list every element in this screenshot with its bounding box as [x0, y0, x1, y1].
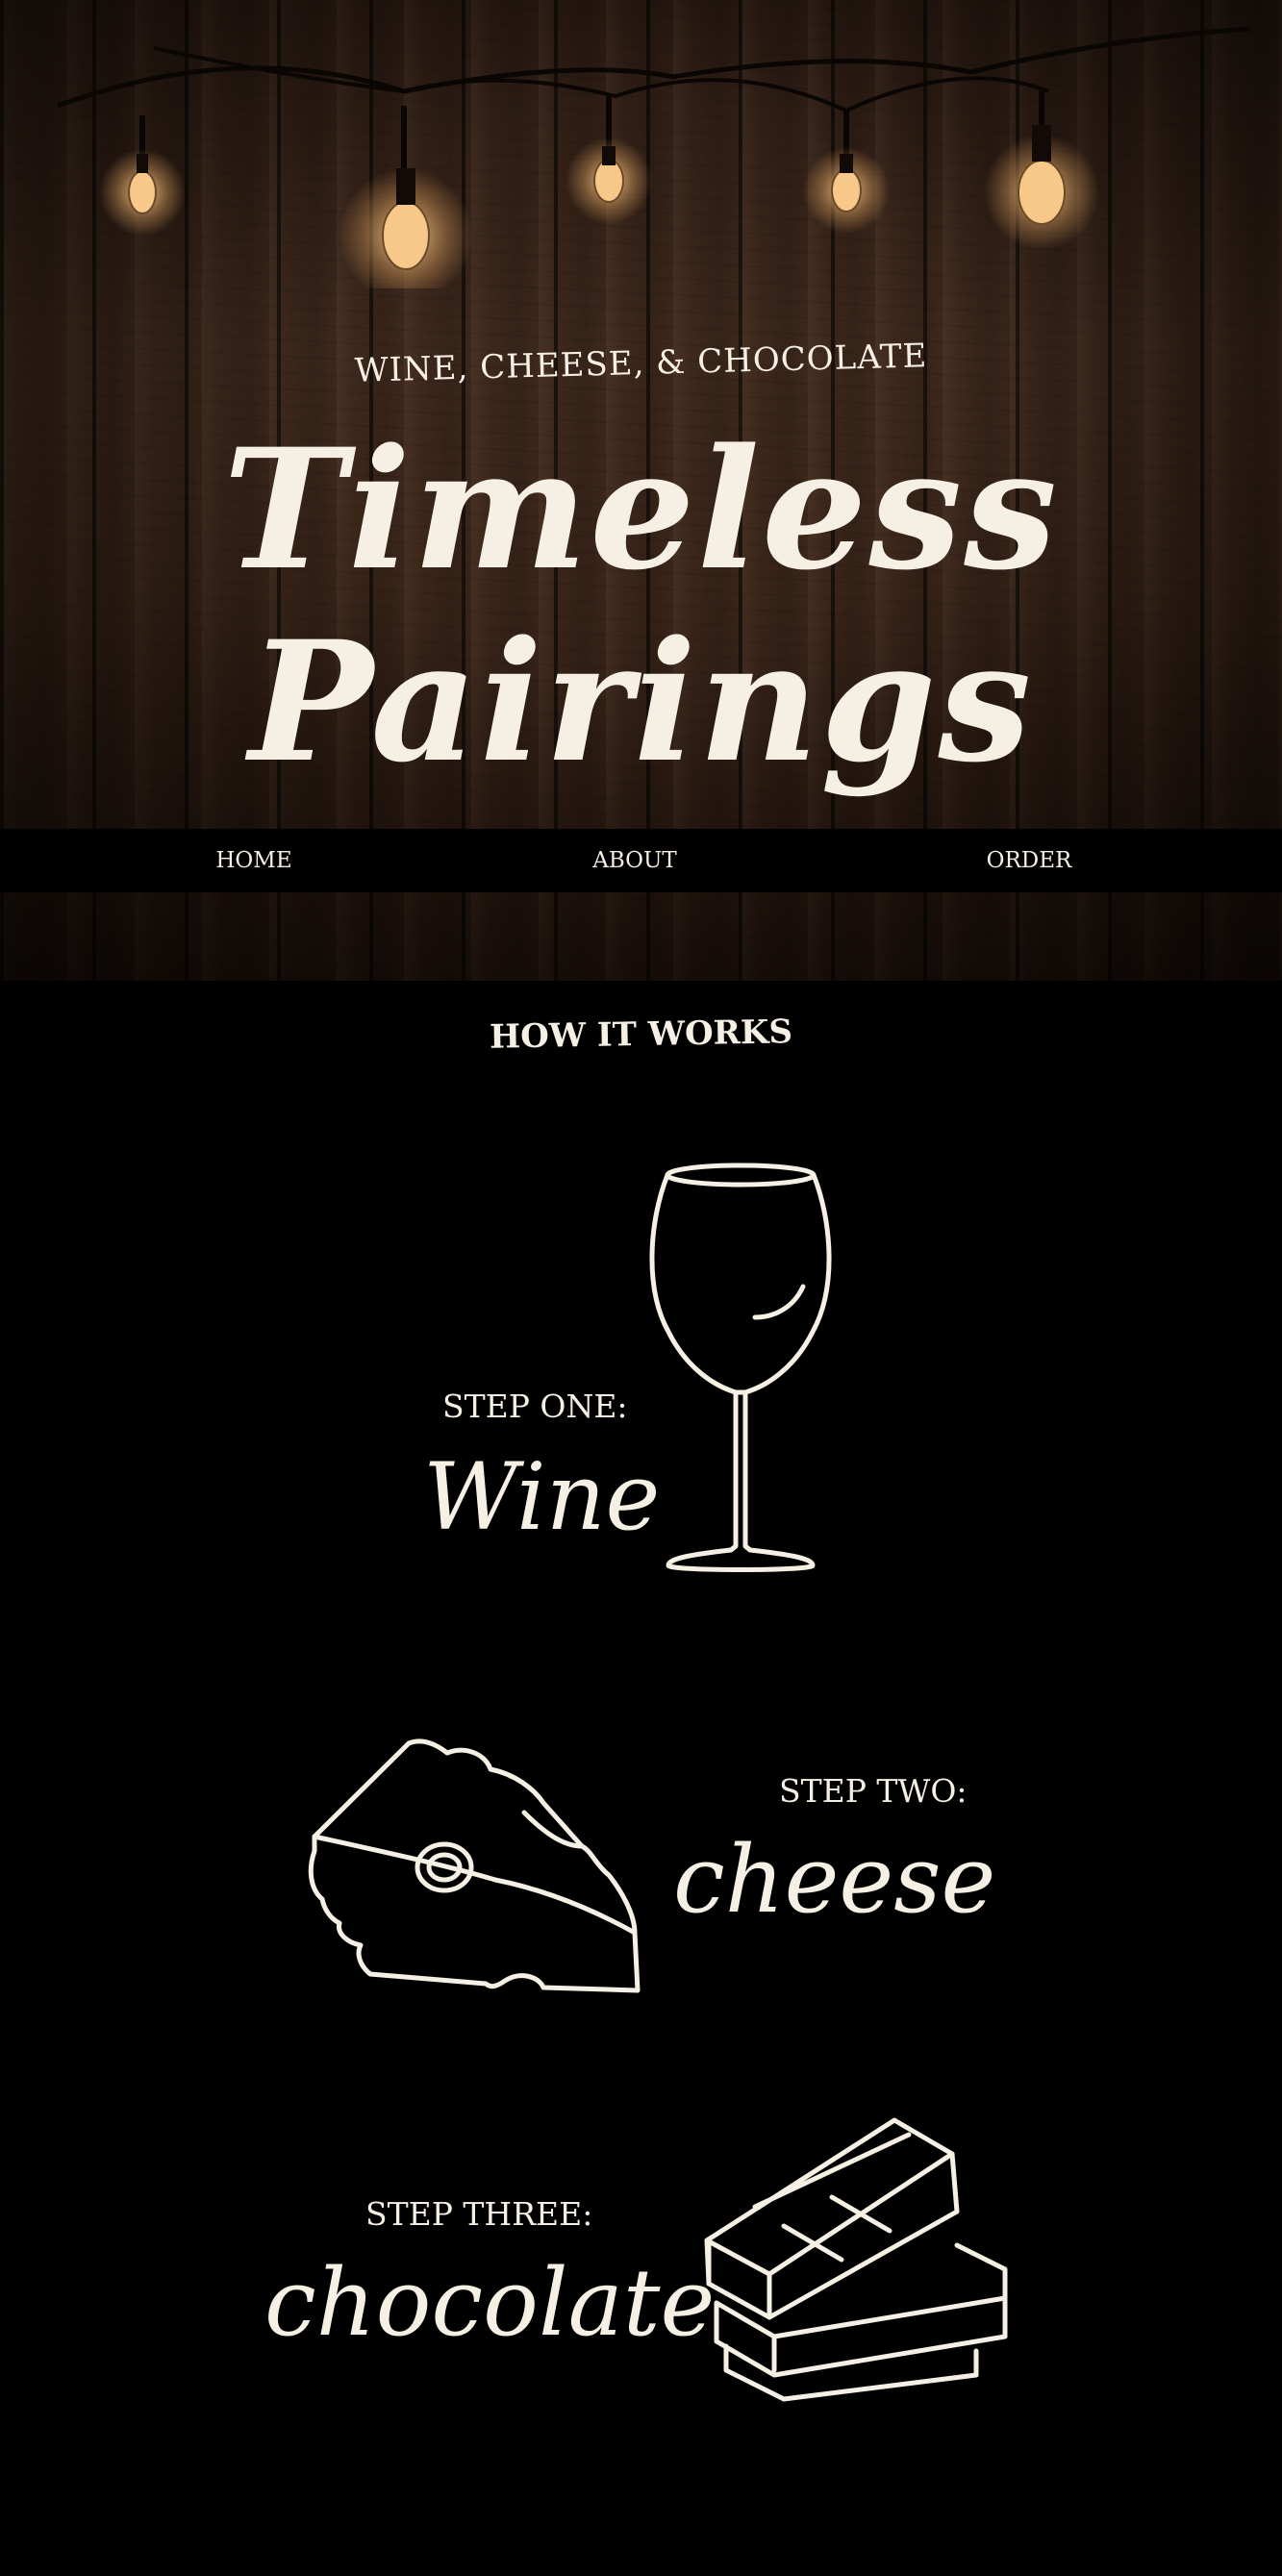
step-two-label: STEP TWO:	[779, 1772, 968, 1810]
chocolate-bars-icon	[704, 2117, 1008, 2402]
bulb-4	[803, 111, 890, 234]
step-one-word: Wine	[423, 1443, 661, 1551]
hero-banner: WINE, CHEESE, & CHOCOLATE Timeless Pairi…	[0, 0, 1282, 981]
nav-about-link[interactable]: ABOUT	[539, 848, 731, 873]
nav-home-link[interactable]: HOME	[158, 848, 350, 873]
bulb-1	[99, 115, 186, 236]
main-nav: HOME ABOUT ORDER	[0, 829, 1282, 892]
cheese-wedge-icon	[308, 1738, 641, 1993]
bulb-3	[566, 96, 652, 224]
nav-order-link[interactable]: ORDER	[933, 848, 1125, 873]
bulb-5	[984, 91, 1099, 250]
step-one-label: STEP ONE:	[442, 1388, 628, 1425]
step-three-label: STEP THREE:	[365, 2195, 593, 2233]
step-three-word: chocolate	[264, 2249, 716, 2357]
wine-glass-icon	[649, 1163, 832, 1572]
string-lights-icon	[57, 26, 1251, 288]
step-two-word: cheese	[673, 1826, 996, 1934]
section-title: HOW IT WORKS	[489, 1013, 793, 1057]
bulb-2	[339, 106, 473, 288]
brand-title: Timeless Pairings	[222, 412, 1060, 799]
